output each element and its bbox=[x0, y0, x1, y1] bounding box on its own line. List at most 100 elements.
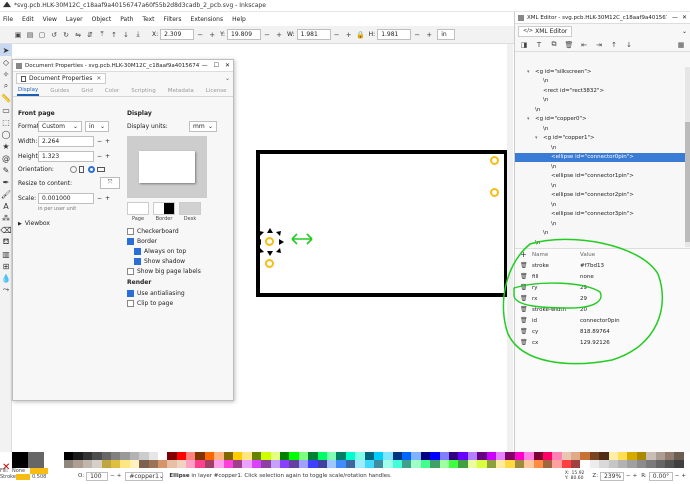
xml-node[interactable]: \n bbox=[519, 96, 685, 106]
xml-minimize-icon[interactable]: — bbox=[672, 14, 678, 21]
xml-node[interactable]: <ellipse id="connector3pin"> bbox=[519, 210, 685, 220]
xml-node[interactable]: <rect id="rect3832"> bbox=[519, 86, 685, 96]
xml-node[interactable]: \n bbox=[519, 219, 685, 229]
x-decrement-icon[interactable]: − bbox=[195, 30, 205, 40]
menu-extensions[interactable]: Extensions bbox=[191, 16, 224, 23]
calligraphy-tool-icon[interactable]: 🖌 bbox=[0, 188, 12, 200]
minimize-icon[interactable]: — bbox=[202, 62, 208, 69]
docprops-subtab-scripting[interactable]: Scripting bbox=[130, 87, 156, 95]
pin-connector2[interactable] bbox=[490, 188, 499, 197]
scale-increment-icon[interactable]: + bbox=[105, 195, 110, 202]
pin-connector3[interactable] bbox=[265, 259, 274, 268]
docprops-subtab-guides[interactable]: Guides bbox=[49, 87, 70, 95]
menu-help[interactable]: Help bbox=[232, 16, 246, 23]
menu-object[interactable]: Object bbox=[92, 16, 112, 23]
desk-color-swatch[interactable] bbox=[179, 202, 201, 215]
x-increment-icon[interactable]: + bbox=[207, 30, 217, 40]
width-increment-icon[interactable]: + bbox=[105, 138, 110, 145]
checkbox-box[interactable] bbox=[134, 247, 141, 255]
menu-layer[interactable]: Layer bbox=[66, 16, 83, 23]
selector-tool-icon[interactable]: ➤ bbox=[0, 44, 12, 56]
h-decrement-icon[interactable]: − bbox=[412, 30, 422, 40]
spiral-tool-icon[interactable]: @ bbox=[0, 152, 12, 164]
maximize-icon[interactable]: ☐ bbox=[214, 62, 219, 69]
h-field[interactable]: 1.981 bbox=[377, 29, 412, 40]
lower-icon[interactable]: ↓ bbox=[121, 30, 131, 40]
xml-tab[interactable]: </> XML Editor bbox=[518, 25, 573, 37]
spray-tool-icon[interactable]: ⁂ bbox=[0, 212, 12, 224]
rotate-ccw-icon[interactable]: ↺ bbox=[49, 30, 59, 40]
menu-text[interactable]: Text bbox=[142, 16, 154, 23]
format-select[interactable]: Custom ⌄ bbox=[38, 121, 82, 132]
xml-node[interactable]: ▾ <g id="copper0"> bbox=[519, 115, 685, 125]
connector-tool-icon[interactable]: ⤳ bbox=[0, 284, 12, 296]
docprops-subtab-license[interactable]: License bbox=[205, 87, 228, 95]
checkbox-box[interactable] bbox=[127, 299, 134, 307]
gradient-tool-icon[interactable]: ▥ bbox=[0, 248, 12, 260]
zoom-increment-icon[interactable]: + bbox=[633, 473, 638, 479]
check-always-on-top[interactable]: Always on top bbox=[134, 246, 227, 256]
opacity-field[interactable]: 100 bbox=[86, 471, 109, 481]
gray-swatch[interactable] bbox=[28, 452, 44, 468]
xml-node[interactable]: ▾ <g id="copper1"> bbox=[519, 134, 685, 144]
width-field[interactable]: 2.264 bbox=[38, 136, 94, 147]
ellipse-tool-icon[interactable]: ◯ bbox=[0, 128, 12, 140]
new-element-node-icon[interactable]: ◨ bbox=[519, 40, 529, 50]
xml-node[interactable]: \n bbox=[519, 181, 685, 191]
scale-decrement-icon[interactable]: − bbox=[97, 195, 102, 202]
raise-node-icon[interactable]: ↑ bbox=[609, 40, 619, 50]
xml-node[interactable]: <ellipse id="connector0pin"> bbox=[515, 152, 685, 162]
measure-tool-icon[interactable]: 📏 bbox=[0, 92, 12, 104]
lower-node-icon[interactable]: ↓ bbox=[624, 40, 634, 50]
w-increment-icon[interactable]: + bbox=[344, 30, 354, 40]
xml-node-expander-icon[interactable]: ▾ bbox=[527, 116, 535, 122]
rotate-cw-icon[interactable]: ↻ bbox=[61, 30, 71, 40]
docprops-subtab-grid[interactable]: Grid bbox=[80, 87, 94, 95]
zoom-decrement-icon[interactable]: − bbox=[626, 473, 631, 479]
zoom-tool-icon[interactable]: ⌕ bbox=[0, 80, 12, 92]
docprops-subtab-metadata[interactable]: Metadata bbox=[167, 87, 195, 95]
selection-handles[interactable] bbox=[254, 226, 286, 258]
layout-toggle-icon[interactable]: ▦ bbox=[676, 40, 686, 50]
node-tool-icon[interactable]: ◇ bbox=[0, 56, 12, 68]
xml-node[interactable]: \n bbox=[519, 162, 685, 172]
check-show-shadow[interactable]: Show shadow bbox=[134, 256, 227, 266]
deselect-icon[interactable]: ▢ bbox=[37, 30, 47, 40]
menu-file[interactable]: File bbox=[3, 16, 13, 23]
docprops-subtab-color[interactable]: Color bbox=[104, 87, 120, 95]
layer-select[interactable]: #copper1 ⌄ bbox=[125, 471, 164, 481]
checkbox-box[interactable] bbox=[134, 257, 141, 265]
xml-node[interactable]: <ellipse id="connector2pin"> bbox=[519, 191, 685, 201]
docprops-subtab-display[interactable]: Display bbox=[17, 86, 40, 96]
check-show-big-page-labels[interactable]: Show big page labels bbox=[127, 266, 227, 276]
unindent-node-icon[interactable]: ⇤ bbox=[579, 40, 589, 50]
lower-to-bottom-icon[interactable]: ⤓ bbox=[133, 30, 143, 40]
check-use-antialiasing[interactable]: Use antialiasing bbox=[127, 288, 227, 298]
raise-icon[interactable]: ↑ bbox=[109, 30, 119, 40]
format-unit-select[interactable]: in ⌄ bbox=[85, 121, 109, 132]
menu-path[interactable]: Path bbox=[120, 16, 133, 23]
stroke-swatch[interactable] bbox=[16, 474, 30, 480]
resize-to-content-button[interactable]: ⤧ bbox=[100, 177, 120, 189]
pencil-tool-icon[interactable]: ✎ bbox=[0, 164, 12, 176]
menu-filters[interactable]: Filters bbox=[164, 16, 182, 23]
portrait-radio[interactable] bbox=[70, 166, 77, 173]
rotation-field[interactable]: 0.00° bbox=[648, 471, 673, 481]
xml-node[interactable]: \n bbox=[519, 77, 685, 87]
xml-tree-scrollbar[interactable] bbox=[685, 67, 690, 247]
eraser-tool-icon[interactable]: ⌫ bbox=[0, 224, 12, 236]
checkbox-box[interactable] bbox=[127, 267, 134, 275]
duplicate-node-icon[interactable]: ⧉ bbox=[549, 40, 559, 50]
docprops-tab-close-icon[interactable]: ✕ bbox=[96, 75, 101, 82]
raise-to-top-icon[interactable]: ⤒ bbox=[97, 30, 107, 40]
docprops-tab[interactable]: Document Properties ✕ bbox=[16, 73, 107, 84]
rotation-increment-icon[interactable]: + bbox=[681, 473, 686, 479]
checkbox-box[interactable] bbox=[127, 227, 134, 235]
star-tool-icon[interactable]: ★ bbox=[0, 140, 12, 152]
x-field[interactable]: 2.309 bbox=[160, 29, 195, 40]
delete-node-icon[interactable]: 🗑 bbox=[564, 40, 574, 50]
y-increment-icon[interactable]: + bbox=[274, 30, 284, 40]
xml-node[interactable]: ▾ <g id="silkscreen"> bbox=[519, 67, 685, 77]
page-color-swatch[interactable] bbox=[127, 202, 149, 215]
y-field[interactable]: 19.809 bbox=[227, 29, 262, 40]
